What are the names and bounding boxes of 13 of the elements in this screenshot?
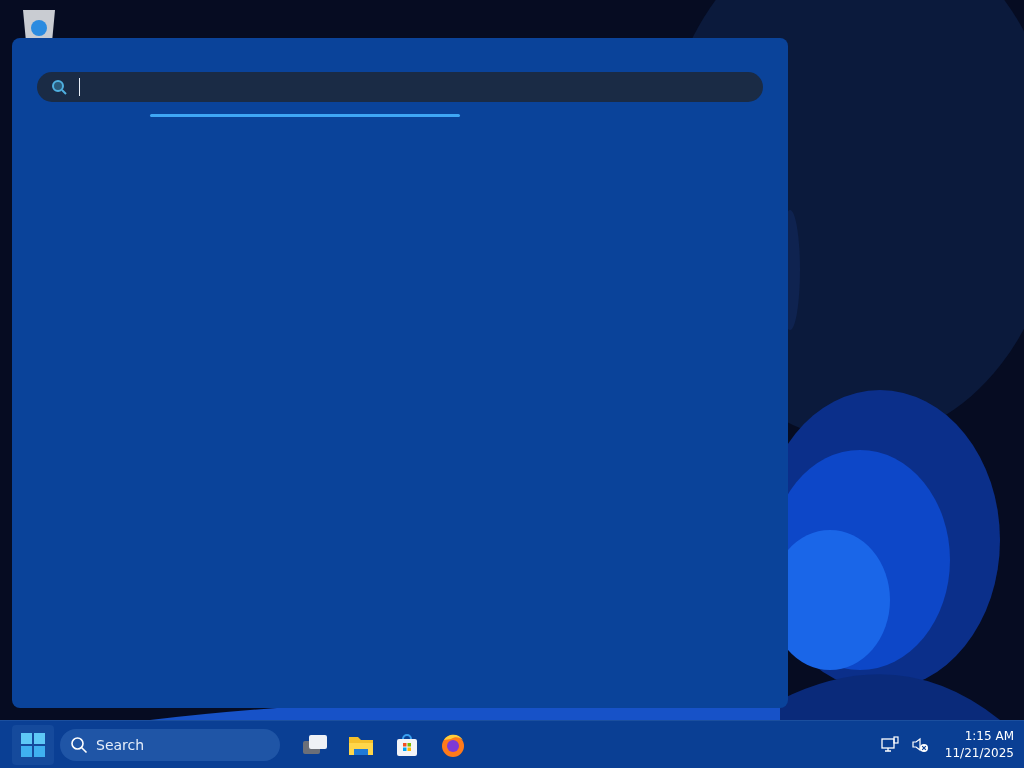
volume-muted-icon[interactable] bbox=[910, 735, 929, 754]
search-icon bbox=[70, 735, 88, 754]
search-placeholder: Search bbox=[96, 736, 145, 753]
store-icon bbox=[395, 732, 419, 757]
taskbar-search[interactable]: Search bbox=[60, 728, 280, 761]
task-view-icon bbox=[302, 733, 328, 756]
start-button[interactable] bbox=[12, 724, 54, 765]
network-icon[interactable] bbox=[880, 735, 899, 754]
clock-date: 11/21/2025 bbox=[944, 744, 1014, 762]
search-field[interactable] bbox=[37, 72, 763, 102]
windows-logo-icon bbox=[21, 732, 45, 757]
clock-time: 1:15 AM bbox=[964, 727, 1014, 745]
search-icon bbox=[51, 79, 67, 95]
